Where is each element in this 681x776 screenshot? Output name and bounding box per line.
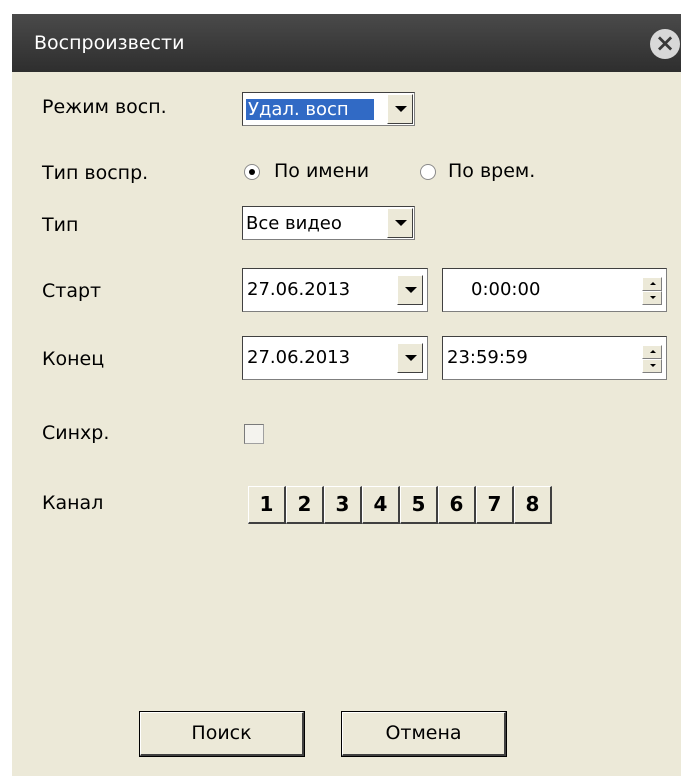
chevron-down-icon[interactable] <box>397 343 423 373</box>
mode-label: Режим восп. <box>42 96 167 118</box>
channel-button-1[interactable]: 1 <box>248 486 286 524</box>
chevron-down-icon[interactable] <box>397 275 423 305</box>
start-time-value: 0:00:00 <box>471 279 541 300</box>
end-label: Конец <box>42 348 105 370</box>
start-date-picker[interactable]: 27.06.2013 <box>242 268 428 312</box>
title-bar[interactable]: Воспроизвести × <box>12 14 681 72</box>
search-button[interactable]: Поиск <box>139 711 305 757</box>
type-label: Тип <box>42 214 79 236</box>
radio-by-time-label[interactable]: По врем. <box>448 160 535 182</box>
radio-by-time[interactable] <box>420 164 436 180</box>
chevron-down-icon[interactable] <box>387 208 413 238</box>
playback-dialog: Воспроизвести × Режим восп. Удал. восп Т… <box>12 14 681 776</box>
radio-by-name[interactable] <box>244 164 260 180</box>
spin-down-icon[interactable] <box>642 291 662 305</box>
type-select[interactable]: Все видео <box>242 206 415 240</box>
type-select-value: Все видео <box>246 213 342 234</box>
play-type-label: Тип воспр. <box>42 162 149 184</box>
start-time-spinner[interactable] <box>642 277 662 305</box>
channel-button-3[interactable]: 3 <box>324 486 362 524</box>
spin-up-icon[interactable] <box>642 277 662 291</box>
sync-checkbox[interactable] <box>244 424 264 444</box>
channel-button-4[interactable]: 4 <box>362 486 400 524</box>
end-time-spinner[interactable] <box>642 345 662 373</box>
channel-button-8[interactable]: 8 <box>514 486 552 524</box>
channel-buttons: 1 2 3 4 5 6 7 8 <box>248 486 552 524</box>
start-label: Старт <box>42 280 102 302</box>
close-icon[interactable]: × <box>650 29 680 59</box>
channel-button-6[interactable]: 6 <box>438 486 476 524</box>
chevron-down-icon[interactable] <box>387 94 413 124</box>
radio-by-name-label[interactable]: По имени <box>274 160 369 182</box>
channel-label: Канал <box>42 492 104 514</box>
end-time-value: 23:59:59 <box>447 347 528 368</box>
end-date-value: 27.06.2013 <box>247 347 351 368</box>
end-date-picker[interactable]: 27.06.2013 <box>242 336 428 380</box>
end-time-field[interactable]: 23:59:59 <box>442 336 667 380</box>
channel-button-5[interactable]: 5 <box>400 486 438 524</box>
channel-button-2[interactable]: 2 <box>286 486 324 524</box>
start-date-value: 27.06.2013 <box>247 279 351 300</box>
channel-button-7[interactable]: 7 <box>476 486 514 524</box>
mode-select[interactable]: Удал. восп <box>242 92 415 126</box>
cancel-button[interactable]: Отмена <box>341 711 507 757</box>
sync-label: Синхр. <box>42 422 110 444</box>
mode-select-value: Удал. восп <box>246 99 374 120</box>
start-time-field[interactable]: 0:00:00 <box>442 268 667 312</box>
window-title: Воспроизвести <box>34 32 185 54</box>
spin-up-icon[interactable] <box>642 345 662 359</box>
spin-down-icon[interactable] <box>642 359 662 373</box>
